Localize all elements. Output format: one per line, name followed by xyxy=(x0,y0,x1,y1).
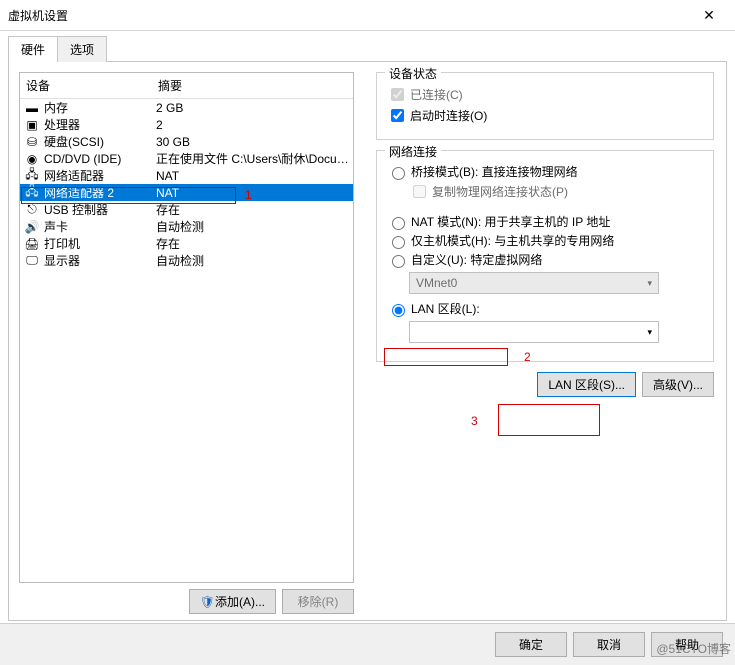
ok-button[interactable]: 确定 xyxy=(495,632,567,657)
close-button[interactable]: ✕ xyxy=(689,0,729,30)
title-bar: 虚拟机设置 ✕ xyxy=(0,0,735,30)
custom-label: 自定义(U): 特定虚拟网络 xyxy=(411,251,542,268)
settings-pane: 设备状态 已连接(C) 启动时连接(O) 网络连接 桥接模式(B): 直接连接物… xyxy=(364,62,726,620)
device-summary: 存在 xyxy=(156,235,349,252)
hostonly-radio[interactable] xyxy=(392,236,405,249)
device-name: CD/DVD (IDE) xyxy=(44,152,156,166)
chevron-down-icon: ▾ xyxy=(647,278,652,289)
device-name: 网络适配器 xyxy=(44,167,156,184)
device-summary: 2 xyxy=(156,118,349,132)
device-list-header: 设备 摘要 xyxy=(20,73,353,99)
remove-button: 移除(R) xyxy=(282,589,354,614)
device-state-group: 设备状态 已连接(C) 启动时连接(O) xyxy=(376,72,714,140)
network-title: 网络连接 xyxy=(385,143,441,160)
sound-icon: 🔊 xyxy=(24,219,40,235)
vmnet-select: VMnet0 ▾ xyxy=(409,272,659,294)
vmnet-select-value: VMnet0 xyxy=(416,276,457,290)
device-state-title: 设备状态 xyxy=(385,65,441,82)
device-row[interactable]: 🔊声卡自动检测 xyxy=(20,218,353,235)
custom-radio[interactable] xyxy=(392,255,405,268)
lan-segment-radio[interactable] xyxy=(392,304,405,317)
usb-icon: ⎋ xyxy=(24,202,40,218)
lan-segment-label: LAN 区段(L): xyxy=(411,300,480,317)
dialog-footer: 确定 取消 帮助 xyxy=(0,623,735,665)
device-summary: 存在 xyxy=(156,201,349,218)
connected-label: 已连接(C) xyxy=(410,86,463,103)
annotation-2: 2 xyxy=(524,350,531,364)
poweron-checkbox-row[interactable]: 启动时连接(O) xyxy=(387,106,703,125)
printer-icon: 🖨 xyxy=(24,236,40,252)
add-button-label: 添加(A)... xyxy=(215,595,265,609)
device-name: 打印机 xyxy=(44,235,156,252)
device-summary: 2 GB xyxy=(156,101,349,115)
bridged-radio[interactable] xyxy=(392,167,405,180)
cpu-icon: ▣ xyxy=(24,117,40,133)
poweron-checkbox[interactable] xyxy=(391,109,404,122)
nat-label: NAT 模式(N): 用于共享主机的 IP 地址 xyxy=(411,213,610,230)
header-device[interactable]: 设备 xyxy=(20,73,152,99)
device-name: 网络适配器 2 xyxy=(44,184,156,201)
advanced-button[interactable]: 高级(V)... xyxy=(642,372,714,397)
watermark: @51CTO博客 xyxy=(656,640,731,657)
replicate-checkbox xyxy=(413,185,426,198)
device-summary: NAT xyxy=(156,186,349,200)
hdd-icon: ⛁ xyxy=(24,134,40,150)
device-row[interactable]: ▬内存2 GB xyxy=(20,99,353,116)
tab-strip: 硬件 选项 xyxy=(8,35,727,61)
device-row[interactable]: 🖧网络适配器 2NAT xyxy=(20,184,353,201)
device-row[interactable]: ⎋USB 控制器存在 xyxy=(20,201,353,218)
nat-radio-row[interactable]: NAT 模式(N): 用于共享主机的 IP 地址 xyxy=(387,213,703,230)
device-row[interactable]: 🖵显示器自动检测 xyxy=(20,252,353,269)
annotation-box-3 xyxy=(498,404,600,436)
device-list: 设备 摘要 ▬内存2 GB▣处理器2⛁硬盘(SCSI)30 GB◉CD/DVD … xyxy=(19,72,354,583)
cancel-button[interactable]: 取消 xyxy=(573,632,645,657)
device-name: 硬盘(SCSI) xyxy=(44,133,156,150)
display-icon: 🖵 xyxy=(24,253,40,269)
lan-segment-button[interactable]: LAN 区段(S)... xyxy=(537,372,636,397)
device-summary: 正在使用文件 C:\Users\耐休\Docum... xyxy=(156,150,349,167)
hostonly-radio-row[interactable]: 仅主机模式(H): 与主机共享的专用网络 xyxy=(387,232,703,249)
bridged-label: 桥接模式(B): 直接连接物理网络 xyxy=(411,163,578,180)
shield-icon: 🛡 xyxy=(200,595,215,609)
annotation-3: 3 xyxy=(471,414,478,428)
device-name: 声卡 xyxy=(44,218,156,235)
window-title: 虚拟机设置 xyxy=(6,7,689,24)
custom-radio-row[interactable]: 自定义(U): 特定虚拟网络 xyxy=(387,251,703,268)
replicate-label: 复制物理网络连接状态(P) xyxy=(432,183,568,200)
lan-segment-select[interactable]: ▾ xyxy=(409,321,659,343)
device-summary: NAT xyxy=(156,169,349,183)
tab-options[interactable]: 选项 xyxy=(57,36,107,62)
device-row[interactable]: 🖨打印机存在 xyxy=(20,235,353,252)
chevron-down-icon: ▾ xyxy=(647,327,652,338)
device-summary: 30 GB xyxy=(156,135,349,149)
tab-hardware[interactable]: 硬件 xyxy=(8,36,58,62)
device-name: 内存 xyxy=(44,99,156,116)
device-summary: 自动检测 xyxy=(156,252,349,269)
annotation-1: 1 xyxy=(245,188,252,202)
content-panel: 设备 摘要 ▬内存2 GB▣处理器2⛁硬盘(SCSI)30 GB◉CD/DVD … xyxy=(8,61,727,621)
nat-radio[interactable] xyxy=(392,217,405,230)
memory-icon: ▬ xyxy=(24,100,40,116)
replicate-checkbox-row: 复制物理网络连接状态(P) xyxy=(409,182,703,201)
device-row[interactable]: 🖧网络适配器NAT xyxy=(20,167,353,184)
device-row[interactable]: ⛁硬盘(SCSI)30 GB xyxy=(20,133,353,150)
add-button[interactable]: 🛡添加(A)... xyxy=(189,589,276,614)
connected-checkbox-row: 已连接(C) xyxy=(387,85,703,104)
device-name: 显示器 xyxy=(44,252,156,269)
hostonly-label: 仅主机模式(H): 与主机共享的专用网络 xyxy=(411,232,614,249)
net-icon: 🖧 xyxy=(24,185,40,201)
device-name: USB 控制器 xyxy=(44,201,156,218)
lan-segment-radio-row[interactable]: LAN 区段(L): xyxy=(387,300,703,317)
device-row[interactable]: ▣处理器2 xyxy=(20,116,353,133)
device-list-pane: 设备 摘要 ▬内存2 GB▣处理器2⛁硬盘(SCSI)30 GB◉CD/DVD … xyxy=(9,62,364,620)
bridged-radio-row[interactable]: 桥接模式(B): 直接连接物理网络 xyxy=(387,163,703,180)
header-summary[interactable]: 摘要 xyxy=(152,73,353,99)
device-summary: 自动检测 xyxy=(156,218,349,235)
device-name: 处理器 xyxy=(44,116,156,133)
poweron-label: 启动时连接(O) xyxy=(410,107,487,124)
network-connection-group: 网络连接 桥接模式(B): 直接连接物理网络 复制物理网络连接状态(P) NAT… xyxy=(376,150,714,362)
connected-checkbox xyxy=(391,88,404,101)
device-row[interactable]: ◉CD/DVD (IDE)正在使用文件 C:\Users\耐休\Docum... xyxy=(20,150,353,167)
